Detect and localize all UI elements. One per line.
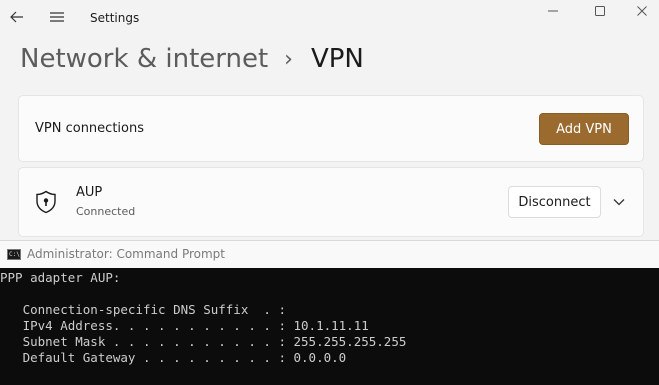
cmd-line: Connection-specific DNS Suffix . : (0, 302, 286, 317)
close-icon (636, 6, 647, 16)
hamburger-icon (50, 12, 64, 22)
breadcrumb: Network & internet › VPN (20, 40, 364, 78)
cmd-line: Subnet Mask . . . . . . . . . . . : 255.… (0, 334, 407, 349)
menu-button[interactable] (46, 6, 68, 28)
vpn-connection-name: AUP (76, 185, 103, 200)
vpn-connections-card: VPN connections Add VPN (18, 95, 644, 162)
minimize-button[interactable] (530, 0, 576, 22)
back-arrow-icon (10, 11, 23, 23)
settings-titlebar: Settings (0, 0, 659, 36)
back-button[interactable] (6, 6, 28, 28)
maximize-icon (595, 6, 605, 16)
cmd-window-title: Administrator: Command Prompt (27, 247, 225, 261)
page-title: VPN (310, 44, 364, 74)
breadcrumb-parent[interactable]: Network & internet (20, 44, 268, 74)
cmd-line: IPv4 Address. . . . . . . . . . . : 10.1… (0, 318, 369, 333)
minimize-icon (548, 10, 558, 12)
vpn-connection-card[interactable]: AUP Connected Disconnect (18, 167, 644, 237)
breadcrumb-separator: › (284, 46, 293, 72)
expand-button[interactable] (609, 192, 629, 212)
settings-window: Settings Network & internet › VPN VPN co… (0, 0, 659, 240)
command-prompt-window[interactable]: C:\ Administrator: Command Prompt PPP ad… (0, 240, 659, 385)
cmd-line: Default Gateway . . . . . . . . . : 0.0.… (0, 350, 347, 365)
vpn-connections-label: VPN connections (35, 121, 144, 136)
chevron-down-icon (613, 199, 625, 206)
cmd-output[interactable]: PPP adapter AUP: Connection-specific DNS… (0, 269, 659, 385)
close-button[interactable] (624, 0, 659, 22)
cmd-line: PPP adapter AUP: (0, 270, 121, 285)
add-vpn-button[interactable]: Add VPN (539, 113, 629, 145)
cmd-app-icon: C:\ (7, 249, 21, 260)
shield-icon (36, 190, 56, 214)
maximize-button[interactable] (577, 0, 623, 22)
vpn-connection-status: Connected (76, 205, 136, 218)
cmd-titlebar[interactable]: C:\ Administrator: Command Prompt (0, 240, 659, 268)
window-title: Settings (90, 11, 140, 25)
disconnect-button[interactable]: Disconnect (508, 186, 601, 218)
